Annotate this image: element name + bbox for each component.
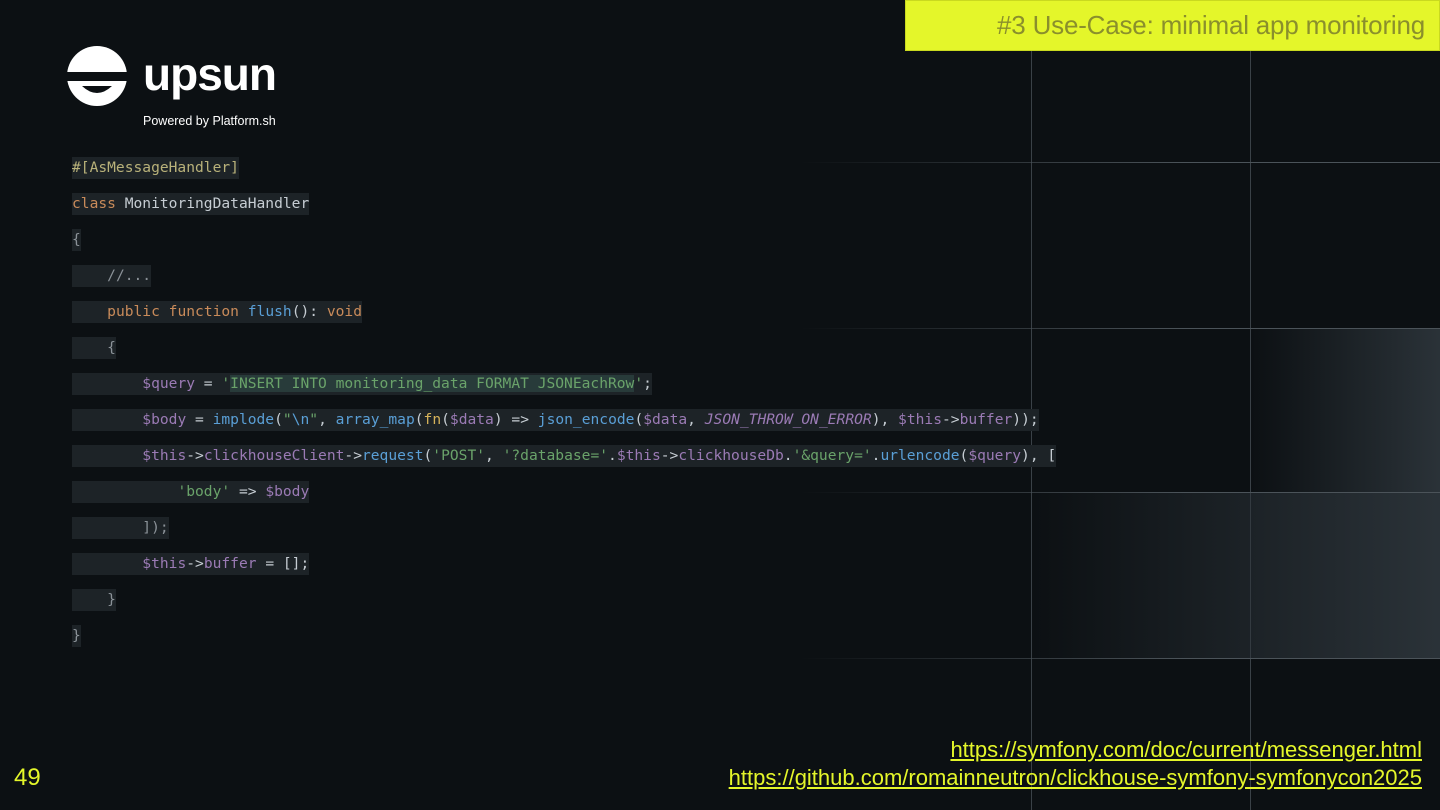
github-repo-link[interactable]: https://github.com/romainneutron/clickho… [729,765,1422,791]
code-line: $this->buffer = []; [72,553,310,575]
upsun-logo: upsun Powered by Platform.sh [66,45,306,135]
code-line: class MonitoringDataHandler [72,193,310,215]
page-number: 49 [14,764,41,791]
code-line: { [72,229,81,251]
code-line: } [72,625,81,647]
code-line: 'body' => $body [72,481,310,503]
code-line: //... [72,265,152,287]
slide-title: #3 Use-Case: minimal app monitoring [997,10,1425,40]
code-line: $body = implode("\n", array_map(fn($data… [72,409,1039,431]
code-line: #[AsMessageHandler] [72,157,239,179]
code-line: $query = 'INSERT INTO monitoring_data FO… [72,373,652,395]
slide-title-banner: #3 Use-Case: minimal app monitoring [905,0,1440,51]
code-line: $this->clickhouseClient->request('POST',… [72,445,1057,467]
upsun-logo-icon [66,46,128,106]
logo-wordmark: upsun [143,48,277,100]
symfony-messenger-link[interactable]: https://symfony.com/doc/current/messenge… [950,737,1422,763]
code-line: ]); [72,517,169,539]
code-line: { [72,337,116,359]
logo-tagline: Powered by Platform.sh [143,114,276,128]
code-line: public function flush(): void [72,301,363,323]
code-line: } [72,589,116,611]
